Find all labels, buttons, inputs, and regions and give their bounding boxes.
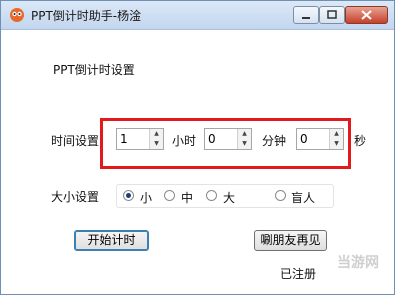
radio-size-blind[interactable] <box>275 190 286 201</box>
section-title: PPT倒计时设置 <box>53 63 135 77</box>
radio-size-medium-label[interactable]: 中 <box>181 189 193 206</box>
radio-size-small-label[interactable]: 小 <box>140 189 152 206</box>
time-setting-label: 时间设置 <box>51 134 100 148</box>
registration-status: 已注册 <box>280 267 317 281</box>
title-bar[interactable]: PPT倒计时助手-杨淦 <box>1 1 394 30</box>
watermark-text: 当游网 <box>337 255 379 271</box>
main-window: PPT倒计时助手-杨淦 PPT倒计时设置 时间设置 1 ▲ ▼ 小时 0 ▲ ▼… <box>0 0 395 295</box>
minimize-button[interactable] <box>293 6 319 24</box>
radio-size-large-label[interactable]: 大 <box>223 189 235 206</box>
radio-size-medium[interactable] <box>164 190 175 201</box>
radio-size-blind-label[interactable]: 盲人 <box>291 189 315 206</box>
seconds-unit-label: 秒 <box>354 134 367 148</box>
share-button[interactable]: 唰朋友再见 <box>254 230 327 251</box>
size-setting-label: 大小设置 <box>51 190 100 204</box>
maximize-icon <box>327 10 337 19</box>
owl-app-icon <box>10 8 24 22</box>
close-icon <box>361 10 372 20</box>
radio-size-small[interactable] <box>123 190 134 201</box>
annotation-highlight-box <box>100 118 351 169</box>
minimize-icon <box>302 17 310 19</box>
close-button[interactable] <box>345 6 388 24</box>
radio-size-large[interactable] <box>206 190 217 201</box>
window-title: PPT倒计时助手-杨淦 <box>31 9 142 23</box>
start-timer-button[interactable]: 开始计时 <box>74 230 149 251</box>
maximize-button[interactable] <box>319 6 345 24</box>
